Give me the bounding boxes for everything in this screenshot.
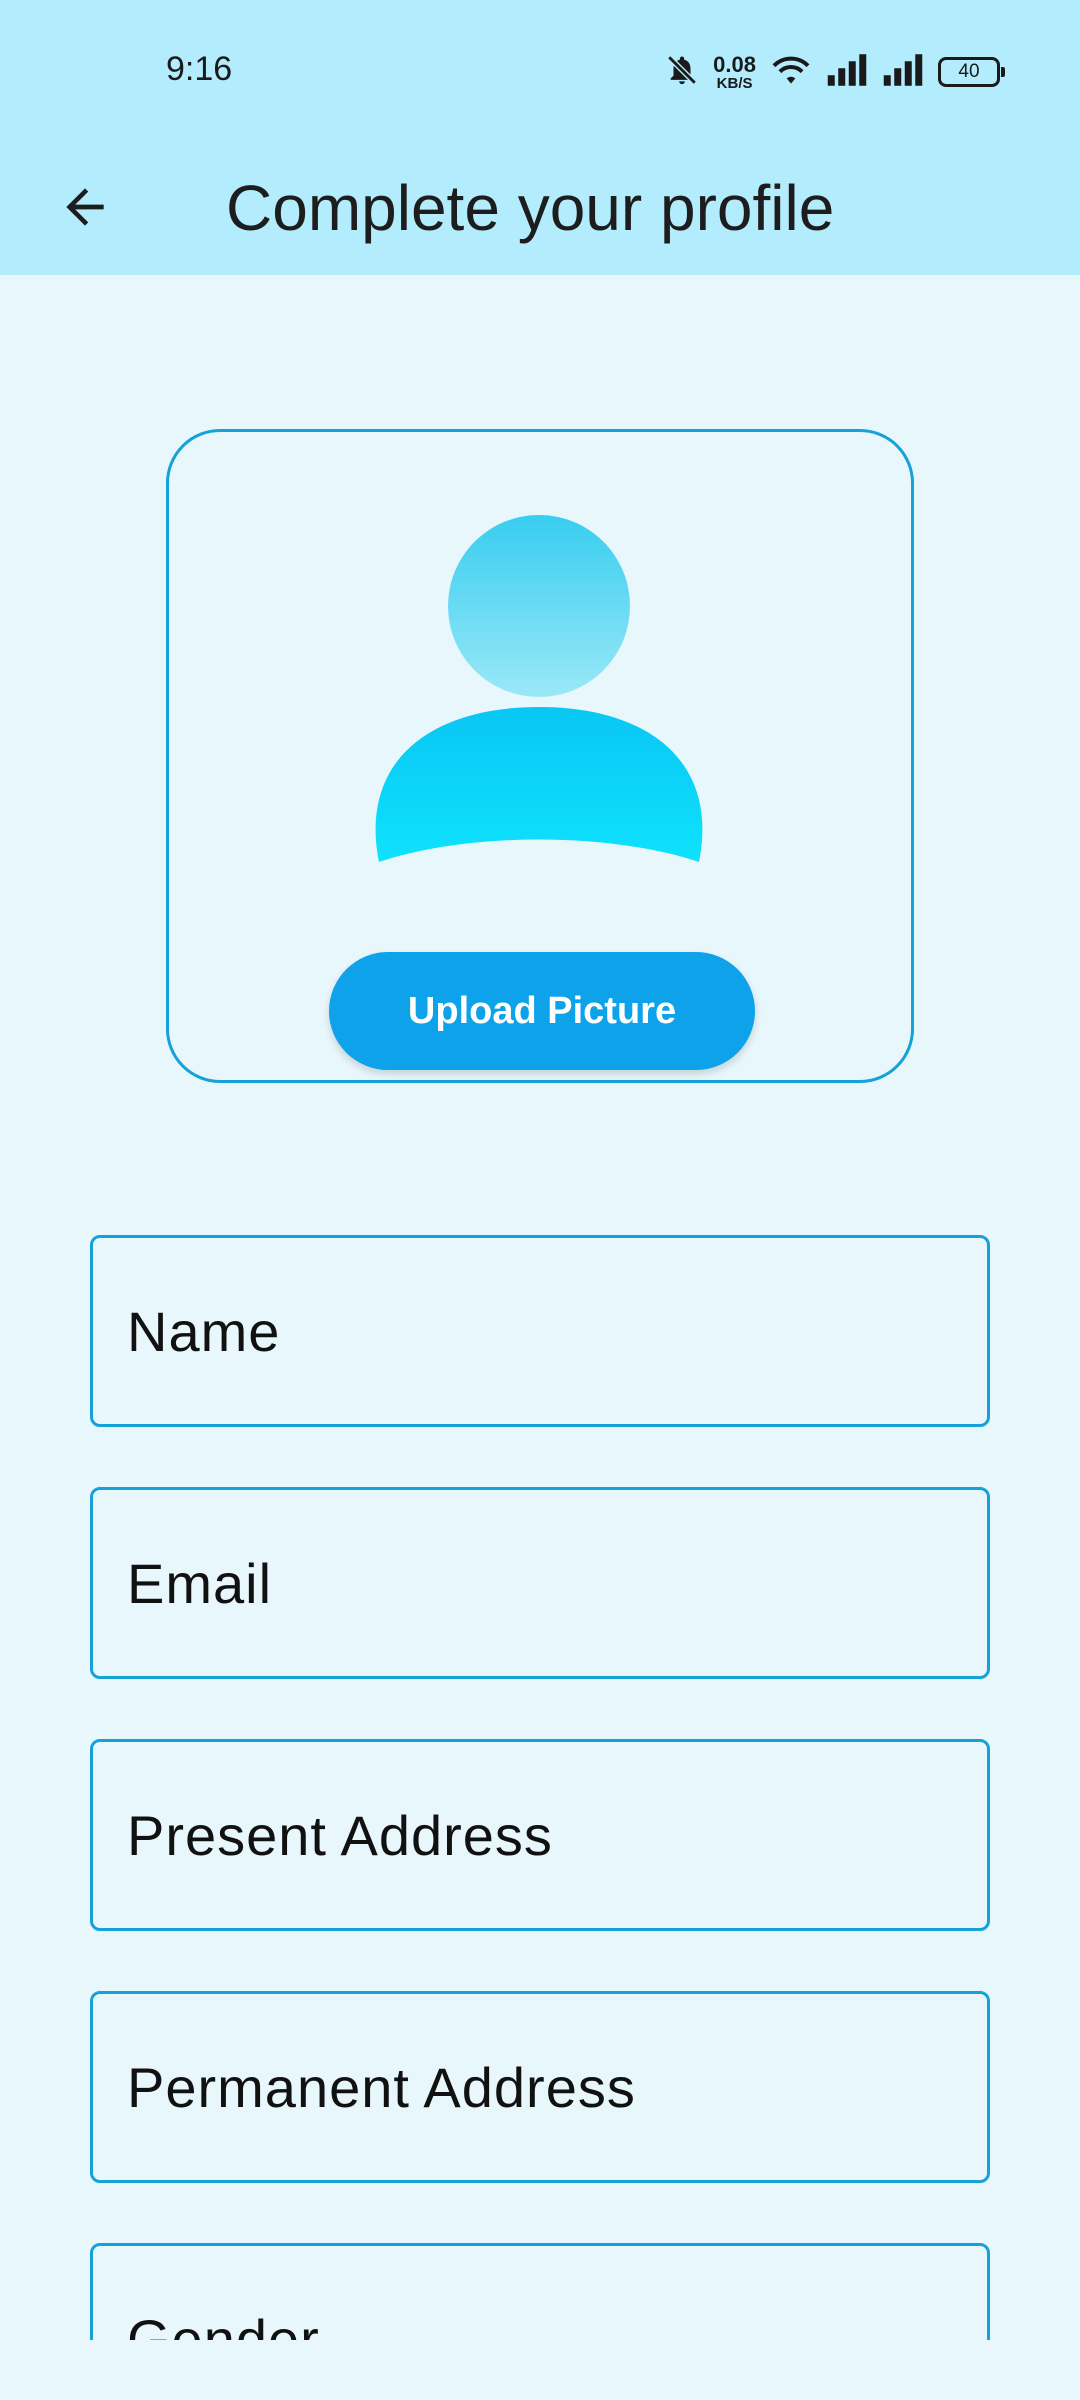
profile-form: Name Email Present Address Permanent Add… [0,1230,1080,2340]
network-speed-value: 0.08 [713,51,756,77]
network-speed-unit: KB/S [716,74,753,92]
bottom-strip [0,2340,1080,2400]
back-button[interactable] [40,164,130,254]
battery-icon: 40 [938,57,1005,87]
permanent-address-field[interactable]: Permanent Address [90,1991,990,2183]
gender-field[interactable]: Gender [90,2243,990,2340]
app-bar: Complete your profile [0,140,1080,275]
signal-icon [826,53,868,91]
bell-off-icon [665,53,699,92]
email-field[interactable]: Email [90,1487,990,1679]
profile-picture-card: Upload Picture [166,429,914,1083]
name-field[interactable]: Name [90,1235,990,1427]
network-speed: 0.08 KB/S [713,51,756,92]
status-time: 9:16 [166,50,233,88]
present-address-field[interactable]: Present Address [90,1739,990,1931]
wifi-icon [770,53,812,92]
signal-icon [882,53,924,91]
avatar-placeholder-icon [375,515,703,862]
arrow-left-icon [57,179,113,240]
status-bar: 9:16 0.08 KB/S 40 [0,0,1080,140]
upload-picture-button[interactable]: Upload Picture [329,952,755,1070]
page-title: Complete your profile [226,171,835,244]
battery-level: 40 [958,61,980,82]
status-icons: 0.08 KB/S 40 [665,50,1005,94]
